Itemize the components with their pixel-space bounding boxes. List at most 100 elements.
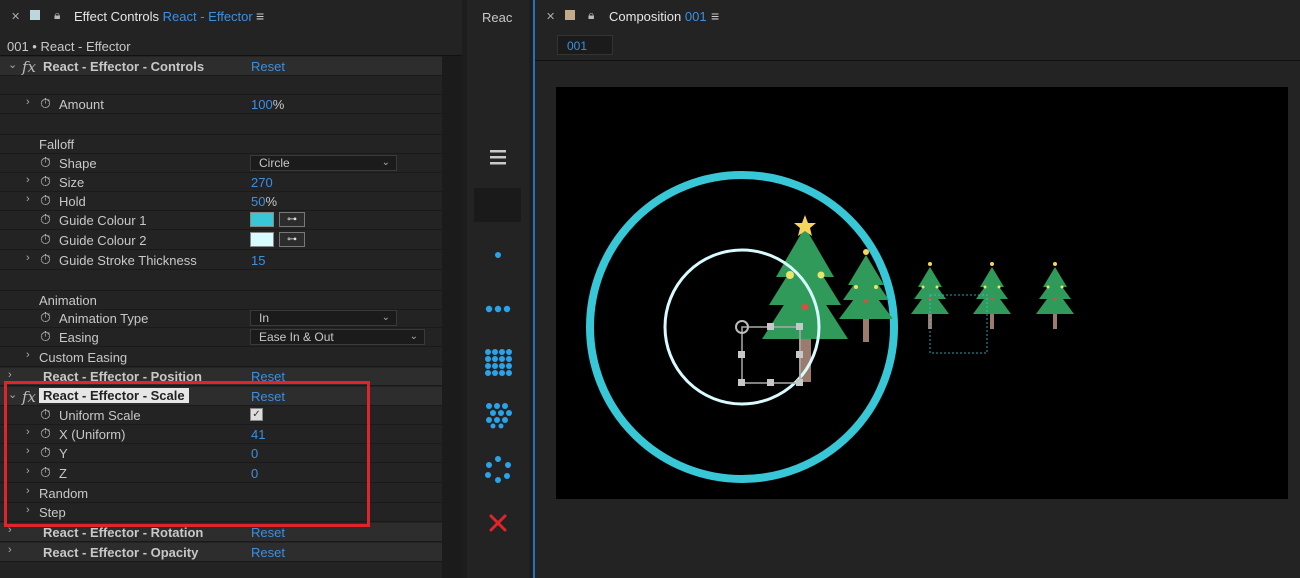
panel-menu-icon[interactable]: ≡	[256, 8, 264, 24]
param-label: Custom Easing	[39, 350, 128, 365]
composition-chip[interactable]: 001	[557, 35, 613, 55]
composition-canvas[interactable]	[556, 87, 1288, 499]
chevron-right-icon[interactable]: ›	[26, 193, 30, 205]
dot-grid-offset-icon[interactable]	[467, 401, 529, 429]
three-dots-icon[interactable]	[467, 302, 529, 316]
dot-ring-icon[interactable]	[467, 455, 529, 483]
color-swatch[interactable]	[250, 232, 274, 247]
group-title: React - Effector - Controls	[43, 59, 205, 74]
panel-menu-icon[interactable]: ≡	[711, 8, 719, 24]
composition-viewer[interactable]	[556, 87, 1288, 499]
eyedropper-icon[interactable]: ⊶	[279, 232, 305, 247]
chevron-right-icon[interactable]: ›	[26, 96, 30, 108]
tree-large	[762, 215, 848, 382]
stopwatch-icon[interactable]: ⏱︎	[40, 309, 51, 326]
stopwatch-icon[interactable]: ⏱︎	[40, 154, 51, 171]
panel-color-icon	[565, 10, 575, 20]
param-animation-type: ⏱︎ Animation Type In ⌄	[0, 309, 442, 328]
breadcrumb: 001 • React - Effector	[7, 39, 131, 54]
param-label: Guide Colour 1	[59, 213, 147, 228]
param-guide-colour-2: ⏱︎ Guide Colour 2 ⊶	[0, 231, 442, 250]
reset-button[interactable]: Reset	[251, 59, 285, 74]
stopwatch-icon[interactable]: ⏱︎	[40, 173, 51, 190]
close-tab-icon[interactable]: ✕	[546, 10, 555, 23]
tree-medium	[839, 249, 893, 342]
group-header-opacity[interactable]: › React - Effector - Opacity Reset	[0, 543, 442, 562]
param-guide-colour-1: ⏱︎ Guide Colour 1 ⊶	[0, 211, 442, 230]
chevron-right-icon[interactable]: ›	[26, 252, 30, 264]
single-dot-icon[interactable]	[467, 248, 529, 262]
chevron-down-icon: ⌄	[409, 331, 418, 342]
param-label: Hold	[59, 194, 86, 209]
reset-button[interactable]: Reset	[251, 545, 285, 560]
chevron-down-icon[interactable]: ⌄	[8, 58, 17, 71]
param-label: Amount	[59, 97, 104, 112]
fx-icon[interactable]: fx	[22, 58, 36, 76]
tree-small-3	[1036, 262, 1074, 329]
param-value[interactable]: 50%	[251, 194, 277, 209]
lock-icon[interactable]: 🔒︎	[54, 8, 60, 23]
panel-color-icon	[30, 10, 40, 20]
stopwatch-icon[interactable]: ⏱︎	[40, 95, 51, 112]
effect-controls-panel: ✕ 🔒︎ Effect Controls React - Effector ≡ …	[0, 0, 462, 578]
section-label: Falloff	[39, 137, 75, 152]
section-falloff: Falloff	[0, 135, 442, 154]
stopwatch-icon[interactable]: ⏱︎	[40, 211, 51, 228]
spacer-row	[0, 77, 442, 95]
stopwatch-icon[interactable]: ⏱︎	[40, 328, 51, 345]
stopwatch-icon[interactable]: ⏱︎	[40, 251, 51, 268]
param-size: › ⏱︎ Size 270	[0, 173, 442, 192]
section-animation: Animation	[0, 291, 442, 310]
chevron-right-icon[interactable]: ›	[8, 369, 12, 381]
composition-panel: ✕ 🔒︎ Composition 001 ≡ 001	[533, 0, 1300, 578]
close-tab-icon[interactable]: ✕	[11, 10, 20, 23]
group-title: React - Effector - Opacity	[43, 545, 199, 560]
close-icon[interactable]	[467, 514, 529, 532]
color-swatch[interactable]	[250, 212, 274, 227]
eyedropper-icon[interactable]: ⊶	[279, 212, 305, 227]
chevron-right-icon[interactable]: ›	[26, 174, 30, 186]
reset-button[interactable]: Reset	[251, 525, 285, 540]
tab-target[interactable]: React - Effector	[163, 9, 253, 24]
chevron-right-icon[interactable]: ›	[26, 349, 30, 361]
react-tab[interactable]: Reac	[467, 0, 529, 34]
tab-title: Effect Controls React - Effector	[74, 9, 253, 24]
param-easing: ⏱︎ Easing Ease In & Out ⌄	[0, 328, 442, 347]
group-title: React - Effector - Rotation	[43, 525, 204, 540]
hamburger-menu-icon[interactable]	[467, 148, 529, 166]
tab-title[interactable]: Composition 001	[609, 9, 707, 24]
chevron-right-icon[interactable]: ›	[8, 544, 12, 556]
shape-dropdown[interactable]: Circle ⌄	[250, 155, 397, 171]
highlight-box	[4, 381, 370, 527]
react-tools-panel: Reac	[467, 0, 529, 578]
divider	[0, 55, 462, 56]
selected-tool-slot[interactable]	[474, 188, 521, 222]
chevron-down-icon: ⌄	[381, 312, 390, 323]
param-label: Easing	[59, 330, 99, 345]
param-amount: › ⏱︎ Amount 100%	[0, 95, 442, 114]
param-label: Animation Type	[59, 311, 149, 326]
stopwatch-icon[interactable]: ⏱︎	[40, 231, 51, 248]
easing-dropdown[interactable]: Ease In & Out ⌄	[250, 329, 425, 345]
lock-icon[interactable]: 🔒︎	[588, 8, 594, 23]
animation-type-dropdown[interactable]: In ⌄	[250, 310, 397, 326]
param-value[interactable]: 270	[251, 175, 273, 190]
param-value[interactable]: 15	[251, 253, 265, 268]
group-header-controls[interactable]: ⌄ fx React - Effector - Controls Reset	[0, 57, 442, 76]
param-value[interactable]: 100%	[251, 97, 284, 112]
param-shape: ⏱︎ Shape Circle ⌄	[0, 154, 442, 173]
stopwatch-icon[interactable]: ⏱︎	[40, 192, 51, 209]
vertical-scrollbar[interactable]	[442, 56, 462, 578]
param-hold: › ⏱︎ Hold 50%	[0, 192, 442, 211]
section-label: Animation	[39, 293, 97, 308]
param-label: Guide Stroke Thickness	[59, 253, 197, 268]
param-custom-easing[interactable]: › Custom Easing	[0, 348, 442, 367]
spacer-row	[0, 115, 442, 135]
param-label: Size	[59, 175, 85, 190]
divider	[535, 60, 1300, 61]
chevron-down-icon: ⌄	[381, 157, 390, 168]
dot-grid-icon[interactable]	[467, 347, 529, 377]
effect-controls-tab[interactable]: ✕ 🔒︎ Effect Controls React - Effector ≡	[0, 0, 462, 34]
param-guide-stroke: › ⏱︎ Guide Stroke Thickness 15	[0, 251, 442, 270]
param-label: Guide Colour 2	[59, 233, 147, 248]
